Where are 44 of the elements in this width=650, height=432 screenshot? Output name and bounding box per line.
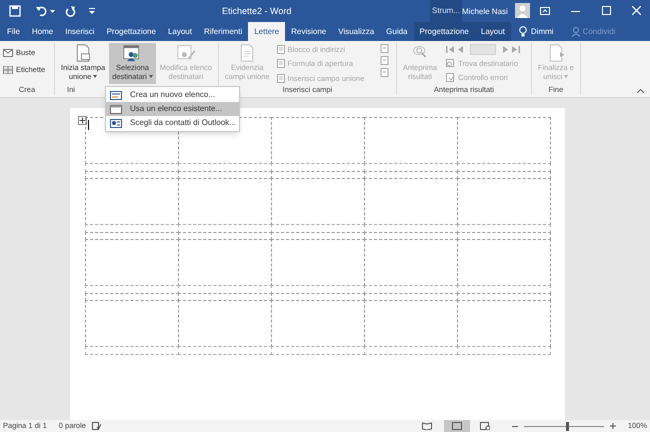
collapse-ribbon-icon[interactable] (637, 89, 644, 93)
close-icon[interactable] (632, 6, 641, 15)
print-layout-button[interactable] (444, 420, 470, 432)
proofing-icon[interactable] (92, 422, 101, 430)
document-check-icon (446, 73, 456, 82)
field-icon (276, 74, 285, 83)
field-icon (276, 59, 285, 68)
labels-icon (3, 66, 13, 74)
contacts-icon (110, 118, 122, 128)
table-move-handle-icon[interactable] (78, 116, 87, 125)
list-icon (110, 104, 122, 114)
zoom-slider-thumb[interactable] (566, 422, 570, 430)
text-cursor (88, 120, 89, 130)
customize-icon[interactable] (89, 8, 95, 14)
window-title: Etichette2 - Word (222, 5, 292, 18)
menu-item[interactable]: Usa un elenco esistente... (106, 102, 239, 116)
edit-list-icon (176, 44, 195, 62)
user-name: Michele Nasi (462, 6, 508, 18)
ribbon-tab[interactable]: Progettazione (414, 22, 475, 41)
read-mode-icon[interactable] (422, 422, 432, 430)
ribbon-display-icon[interactable] (540, 7, 550, 15)
undo-icon[interactable] (35, 5, 49, 17)
tell-me-field[interactable]: Dimmi (530, 26, 554, 38)
maximize-icon[interactable] (602, 6, 611, 15)
redo-icon[interactable] (65, 5, 76, 17)
document-icon (74, 44, 92, 62)
record-field[interactable] (470, 44, 496, 55)
context-tab-label: Strum... (432, 5, 460, 17)
recipients-icon (123, 44, 142, 62)
field-icon (276, 45, 285, 54)
ribbon-tab[interactable]: Lettere (248, 22, 286, 41)
web-layout-icon[interactable] (480, 422, 490, 430)
ribbon-tab[interactable]: Layout (474, 22, 511, 41)
page-icon (452, 422, 462, 430)
person-icon (572, 26, 580, 36)
save-icon[interactable] (9, 5, 21, 17)
menu-item[interactable]: Crea un nuovo elenco... (106, 88, 239, 102)
dropdown-icon[interactable] (50, 10, 55, 12)
lightbulb-icon (518, 26, 527, 37)
new-list-icon (110, 90, 122, 100)
zoom-in-icon[interactable] (610, 423, 616, 429)
menu-item[interactable]: Scegli da contatti di Outlook... (106, 116, 239, 130)
search-icon (446, 59, 456, 68)
envelope-icon (3, 48, 13, 57)
